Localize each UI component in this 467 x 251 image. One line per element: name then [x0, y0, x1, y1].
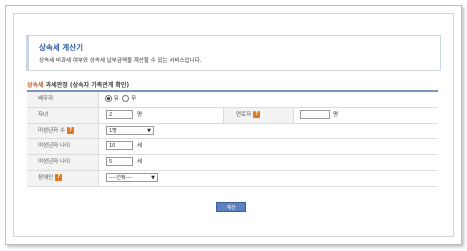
minors-label-cell: 미성년자 수?	[27, 123, 99, 139]
parents-input[interactable]	[300, 109, 330, 119]
section-title-accent: 상속세	[27, 82, 44, 89]
disabled-label: 장애인	[38, 174, 54, 181]
spouse-label: 배우자	[27, 92, 99, 107]
header-box: 상속세 계산기 상속세 비과세 여부와 상속세 납부금액을 계산할 수 있는 서…	[26, 35, 441, 71]
children-input[interactable]: 2	[106, 109, 133, 119]
row-children: 자녀 2 명 연로자? 명	[27, 107, 438, 124]
minor-age-1-label: 미성년자 나이	[27, 139, 99, 155]
row-disabled: 장애인? ----선택---- ▼	[27, 170, 438, 187]
spouse-no-radio[interactable]	[122, 95, 130, 102]
page-title: 상속세 계산기	[39, 43, 84, 52]
section-title-text: 과세판정 (상속자 가족관계 확인)	[45, 82, 130, 89]
minor-age-2-label: 미성년자 나이	[27, 155, 99, 170]
parents-label: 연로자	[236, 111, 252, 118]
parents-label-cell: 연로자?	[223, 107, 294, 123]
minor-age-1-input[interactable]: 10	[106, 141, 133, 151]
disabled-select[interactable]: ----선택---- ▼	[106, 172, 158, 182]
inheritance-form: 배우자 유 무 자녀 2 명 연로자? 명 미성년자 수? 1명 ▼ 미성년자 …	[27, 90, 438, 187]
minor-age-2-input[interactable]: 5	[106, 157, 133, 167]
row-minors: 미성년자 수? 1명 ▼	[27, 123, 438, 140]
chevron-down-icon: ▼	[147, 127, 151, 134]
disabled-label-cell: 장애인?	[27, 170, 99, 186]
minors-label: 미성년자 수	[38, 127, 66, 134]
minor-age-1-unit: 세	[137, 143, 143, 150]
row-minor-age-2: 미성년자 나이 5 세	[27, 155, 438, 171]
minors-select-value: 1명	[109, 127, 117, 134]
section-title: 상속세 과세판정 (상속자 가족관계 확인)	[27, 80, 129, 89]
spouse-options: 유 무	[105, 94, 136, 104]
row-minor-age-1: 미성년자 나이 10 세	[27, 139, 438, 156]
chevron-down-icon: ▼	[151, 174, 155, 181]
spouse-yes-radio[interactable]	[105, 95, 112, 102]
calculate-button[interactable]: 계산	[216, 202, 246, 212]
question-mark-icon[interactable]: ?	[253, 110, 261, 118]
question-mark-icon[interactable]: ?	[67, 126, 75, 134]
spouse-no-label: 무	[131, 96, 137, 102]
minors-select[interactable]: 1명 ▼	[106, 125, 154, 135]
page-description: 상속세 비과세 여부와 상속세 납부금액을 계산할 수 있는 서비스입니다.	[39, 58, 202, 64]
minor-age-2-unit: 세	[137, 159, 143, 166]
question-mark-icon[interactable]: ?	[55, 173, 63, 181]
spouse-yes-label: 유	[113, 96, 119, 102]
parents-unit: 명	[333, 111, 339, 118]
row-spouse: 배우자 유 무	[27, 92, 438, 108]
disabled-select-value: ----선택----	[109, 174, 133, 181]
children-unit: 명	[137, 111, 143, 118]
children-label: 자녀	[27, 107, 99, 123]
